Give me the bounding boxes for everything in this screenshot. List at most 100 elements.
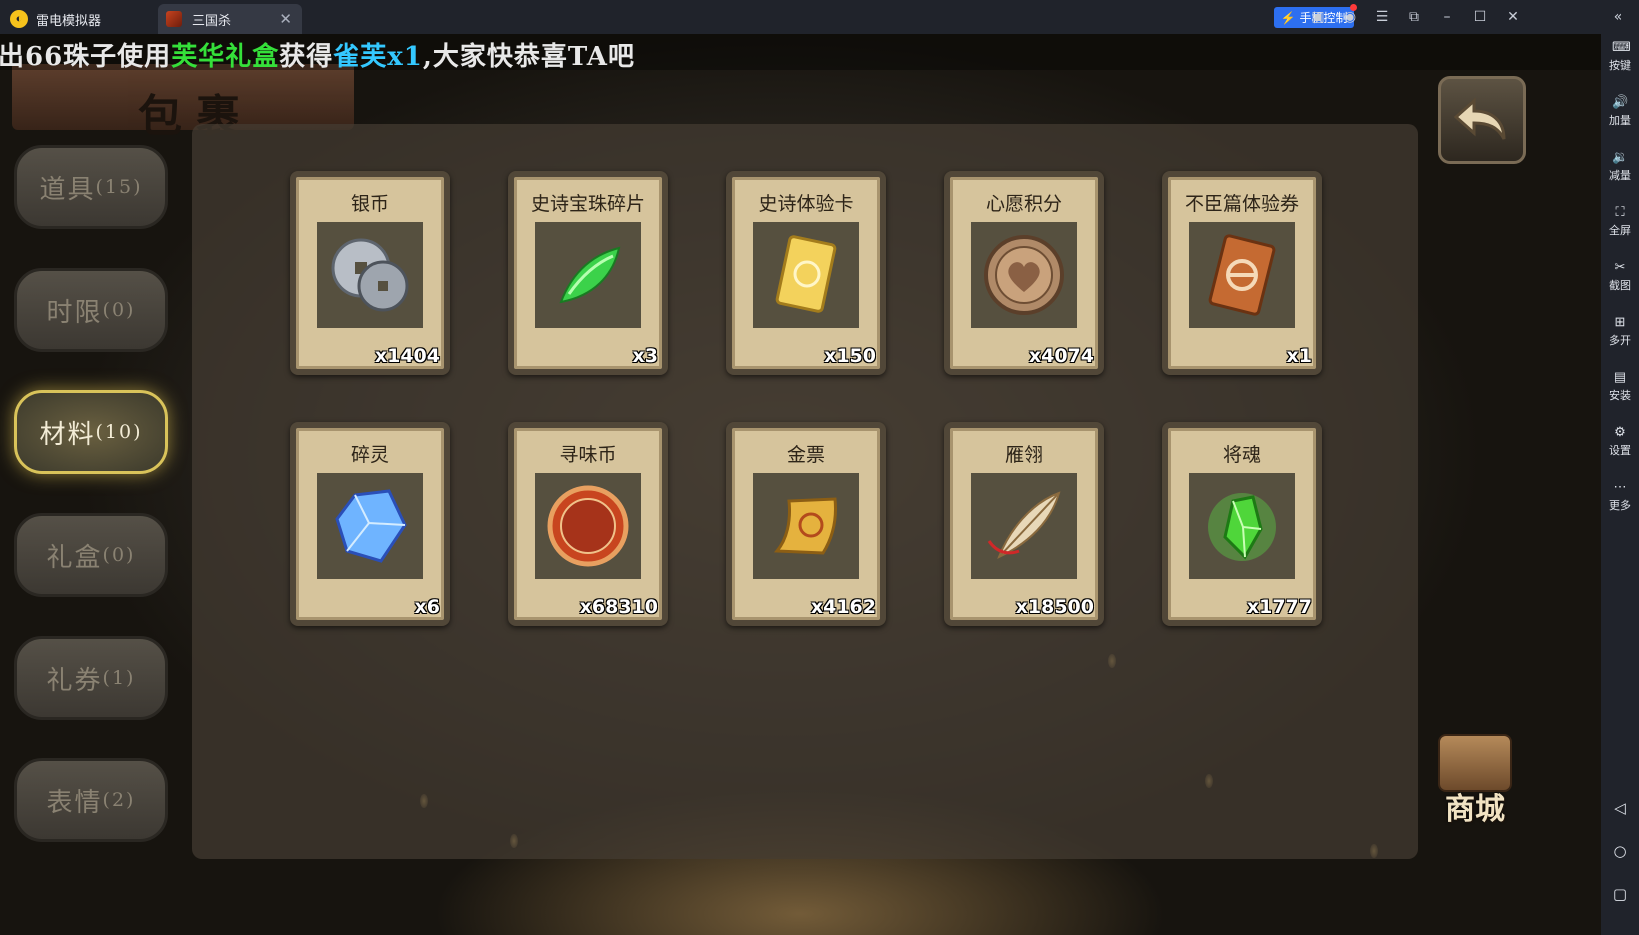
item-name: 金票 [786,444,825,466]
copper-ticket-icon [1208,234,1276,316]
emulator-sidebar: ⌨ 按键 🔊 加量 🔉 减量 ⛶ 全屏 ✂ 截图 ⊞ 多开 ▤ 安装 ⚙ 设置 … [1601,34,1639,935]
android-recents-icon[interactable]: ▢ [1612,886,1628,902]
item-name: 史诗宝珠碎片 [530,193,645,215]
emulator-titlebar: ◐ 雷电模拟器 三国杀 ✕ ⚡ 手机控制 ▣ ◉ ☰ ⧉ – ☐ ✕ « [0,0,1639,34]
announcement-ticker: 出66珠子使用芙华礼盒获得雀芙x1,大家快恭喜TA吧 [0,34,1601,72]
apk-install-icon: ▤ [1613,369,1627,384]
shop-button[interactable]: 商城 [1426,730,1524,834]
item-quantity: x150 [824,345,876,367]
close-tab-icon[interactable]: ✕ [279,10,292,28]
item-quantity: x18500 [1015,596,1094,618]
category-tab-gift-boxes[interactable]: 礼盒 (0) [14,513,168,597]
android-home-icon[interactable]: ○ [1612,843,1628,859]
item-quantity: x1 [1286,345,1312,367]
item-name: 雁翎 [1004,444,1043,466]
item-icon-frame [971,222,1077,328]
item-quantity: x1777 [1246,596,1312,618]
item-card[interactable]: 雁翎 x18500 [944,422,1104,626]
tab-label: 雷电模拟器 [36,12,102,28]
item-icon-frame [753,222,859,328]
ldplayer-logo-icon: ◐ [10,10,28,28]
restore-window-icon[interactable]: ⧉ [1404,7,1424,27]
red-flavor-coin-icon [547,485,629,567]
collapse-sidebar-icon[interactable]: « [1608,7,1628,27]
item-icon-frame [1189,222,1295,328]
menu-icon[interactable]: ☰ [1372,7,1392,27]
item-quantity: x4162 [810,596,876,618]
multi-instance-icon: ⊞ [1614,314,1626,329]
item-quantity: x68310 [579,596,658,618]
feather-icon [987,491,1061,559]
gold-scroll-icon [773,497,837,555]
account-icon[interactable]: ◉ [1340,7,1360,27]
item-quantity: x1404 [374,345,440,367]
item-card[interactable]: 心愿积分 x4074 [944,171,1104,375]
sidebar-item-keymap[interactable]: ⌨ 按键 [1601,40,1639,73]
item-icon-frame [971,473,1077,579]
category-tab-coupons[interactable]: 礼券 (1) [14,636,168,720]
category-tab-materials[interactable]: 材料 (10) [14,390,168,474]
item-quantity: x3 [632,345,658,367]
scissors-icon: ✂ [1614,259,1626,274]
sidebar-item-fullscreen[interactable]: ⛶ 全屏 [1601,205,1639,238]
item-card[interactable]: 史诗体验卡 x150 [726,171,886,375]
tab-emulator-home[interactable]: ◐ 雷电模拟器 [10,4,160,34]
sidebar-item-volume-up[interactable]: 🔊 加量 [1601,95,1639,128]
sidebar-item-screenshot[interactable]: ✂ 截图 [1601,260,1639,293]
item-card[interactable]: 史诗宝珠碎片 x3 [508,171,668,375]
more-icon: ⋯ [1613,479,1627,494]
game-viewport: 包裹 出66珠子使用芙华礼盒获得雀芙x1,大家快恭喜TA吧 道具 (15) 时限(… [0,34,1601,935]
keyboard-icon: ⌨ [1612,39,1631,54]
item-icon-frame [753,473,859,579]
item-icon-frame [317,473,423,579]
gift-icon[interactable]: ▣ [1308,7,1328,27]
shop-label: 商城 [1445,792,1505,827]
item-card[interactable]: 将魂 x1777 [1162,422,1322,626]
volume-up-icon: 🔊 [1612,94,1629,109]
item-name: 心愿积分 [985,193,1062,215]
item-card[interactable]: 不臣篇体验券 x1 [1162,171,1322,375]
maximize-icon[interactable]: ☐ [1470,7,1490,27]
item-quantity: x4074 [1028,345,1094,367]
tab-game[interactable]: 三国杀 ✕ [158,4,302,34]
minimize-icon[interactable]: – [1437,7,1457,27]
item-card[interactable]: 银币 x1404 [290,171,450,375]
settings-icon: ⚙ [1614,424,1626,439]
category-tab-emotes[interactable]: 表情 (2) [14,758,168,842]
bag-title-banner: 包裹 [12,64,354,142]
lightning-icon: ⚡ [1280,10,1296,25]
item-quantity: x6 [414,596,440,618]
sidebar-item-more[interactable]: ⋯ 更多 [1601,480,1639,513]
heart-coin-icon [984,235,1064,315]
item-name: 寻味币 [559,444,617,466]
sidebar-item-settings[interactable]: ⚙ 设置 [1601,425,1639,458]
blue-crystal-icon [335,489,407,563]
item-icon-frame [535,222,641,328]
volume-down-icon: 🔉 [1612,149,1629,164]
item-card[interactable]: 金票 x4162 [726,422,886,626]
silver-coin-icon [331,238,409,312]
back-button[interactable] [1438,76,1526,164]
tab-label: 三国杀 [192,12,232,28]
item-icon-frame [535,473,641,579]
green-gem-shard-icon [559,246,621,304]
category-tab-props[interactable]: 道具 (15) [14,145,168,229]
ticker-text: 出66珠子使用芙华礼盒获得雀芙x1,大家快恭喜TA吧 [0,42,635,72]
item-card[interactable]: 碎灵 x6 [290,422,450,626]
fullscreen-icon: ⛶ [1615,204,1625,219]
item-name: 史诗体验卡 [758,193,854,215]
gold-card-icon [775,235,837,313]
sidebar-item-volume-down[interactable]: 🔉 减量 [1601,150,1639,183]
back-arrow-icon [1453,97,1506,140]
item-card[interactable]: 寻味币 x68310 [508,422,668,626]
android-back-icon[interactable]: ◁ [1612,800,1628,816]
green-soul-crystal-icon [1208,493,1276,561]
item-icon-frame [1189,473,1295,579]
sidebar-item-install[interactable]: ▤ 安装 [1601,370,1639,403]
category-tab-time-limited[interactable]: 时限 (0) [14,268,168,352]
sidebar-item-multi-instance[interactable]: ⊞ 多开 [1601,315,1639,348]
game-app-icon [166,11,182,27]
item-name: 将魂 [1222,444,1261,466]
item-name: 银币 [350,193,389,215]
close-window-icon[interactable]: ✕ [1503,7,1523,27]
